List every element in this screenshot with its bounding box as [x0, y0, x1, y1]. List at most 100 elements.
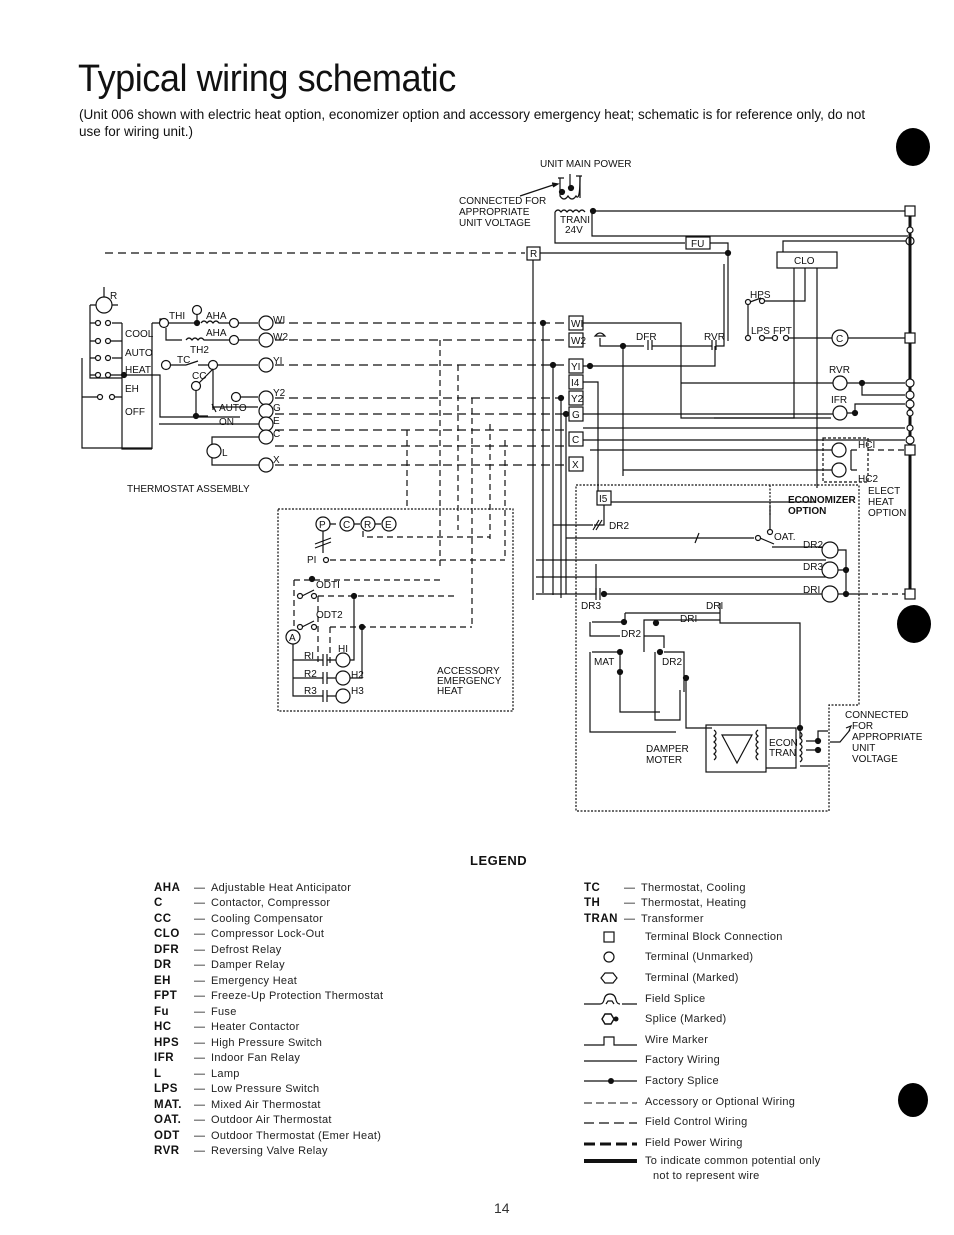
legend-def: Transformer	[641, 912, 704, 925]
transformer-tran1	[554, 205, 916, 244]
terminal-r-label: R	[530, 249, 537, 260]
terminal-x: X	[273, 455, 280, 466]
legend-def: Freeze-Up Protection Thermostat	[211, 990, 384, 1003]
r1-label: RI	[304, 651, 314, 662]
aha2-label: AHA	[206, 328, 227, 339]
legend-abbr: CLO	[154, 928, 180, 941]
connected-note-line1: CONNECTED FOR	[459, 196, 546, 207]
legend-def: Adjustable Heat Anticipator	[211, 881, 352, 894]
terminal-g-label: G	[572, 410, 580, 421]
legend-row: DFR — Defrost Relay	[154, 942, 383, 958]
legend-dash: —	[194, 881, 205, 894]
dr2-contact2-label: DR2	[621, 629, 641, 640]
on-fan-label: ON	[219, 417, 234, 428]
r-wire	[532, 252, 729, 600]
rvr-coil-label: RVR	[829, 365, 850, 376]
econ-connected-line5: VOLTAGE	[852, 754, 898, 765]
legend-dash: —	[194, 928, 205, 941]
unit-main-power-label: UNIT MAIN POWER	[540, 159, 631, 170]
elect-heat-line3: OPTION	[868, 508, 906, 519]
legend-symbol-row: Factory Splice	[584, 1071, 821, 1092]
eh-p1-label: PI	[307, 555, 316, 566]
wiring-schematic: UNIT MAIN POWER CONNECTED FOR APPROPRIAT…	[81, 159, 923, 812]
rvr-wires	[681, 382, 905, 396]
legend-dash: —	[624, 912, 635, 925]
legend-def: High Pressure Switch	[211, 1036, 323, 1049]
legend-row: FPT — Freeze-Up Protection Thermostat	[154, 989, 383, 1005]
thermostat-internals	[152, 304, 258, 420]
terminal-block-icon	[904, 332, 916, 344]
econ-connected-line3: APPROPRIATE	[852, 732, 923, 743]
damper-motor	[705, 724, 828, 773]
legend-dash: —	[194, 897, 205, 910]
damper-motor-line2: MOTER	[646, 755, 682, 766]
lamp-label: L	[222, 448, 228, 459]
dfr-label: DFR	[636, 332, 657, 343]
odt2-label: ODT2	[316, 610, 343, 621]
th1-label: THI	[169, 311, 185, 322]
legend-def: Cooling Compensator	[211, 912, 324, 925]
eh-a-label: A	[289, 633, 296, 644]
clo-wire	[782, 240, 908, 252]
econ-tran-line2: TRAN	[769, 748, 796, 759]
legend-abbr: LPS	[154, 1083, 178, 1096]
legend-def: Thermostat, Heating	[641, 897, 747, 910]
legend-row: LPS — Low Pressure Switch	[154, 1082, 383, 1098]
h3-label: H3	[351, 686, 364, 697]
eh-p-label: P	[319, 520, 326, 531]
rvr-contact-label: RVR	[704, 332, 725, 343]
legend-abbr: RVR	[154, 1145, 180, 1158]
terminal-g: G	[273, 403, 281, 414]
terminal-block-icon	[584, 930, 645, 944]
legend-dash: —	[194, 943, 205, 956]
dr2-contact3-label: DR2	[662, 657, 682, 668]
legend-def: Emergency Heat	[211, 974, 298, 987]
legend-abbr: TC	[584, 881, 601, 894]
switch-auto: AUTO	[125, 348, 153, 359]
factory-splice-icon	[724, 249, 732, 257]
switch-eh: EH	[125, 384, 139, 395]
legend-def: Lamp	[211, 1067, 240, 1080]
oat-label: OAT.	[774, 532, 795, 543]
terminal-w2-label: W2	[571, 336, 586, 347]
econ-connected-line4: UNIT	[852, 743, 875, 754]
field-control-wiring-icon	[584, 1115, 645, 1129]
legend-row: C — Contactor, Compressor	[154, 896, 383, 912]
econ-connected-line1: CONNECTED	[845, 710, 908, 721]
legend-row: CLO — Compressor Lock-Out	[154, 927, 383, 943]
legend-abbr: IFR	[154, 1052, 175, 1065]
hc1-coil	[831, 442, 847, 458]
legend-symbol-label: Terminal (Marked)	[645, 971, 739, 984]
economizer-title-line2: OPTION	[788, 506, 826, 517]
legend-abbreviations-right: TC — Thermostat, Cooling TH — Thermostat, He…	[584, 880, 821, 1183]
terminal-marked-icon	[584, 971, 645, 985]
legend-row: EH — Emergency Heat	[154, 973, 383, 989]
legend-def: Outdoor Air Thermostat	[211, 1114, 332, 1127]
legend-dash: —	[624, 897, 635, 910]
legend-dash: —	[194, 1052, 205, 1065]
legend-abbr: DR	[154, 959, 172, 972]
legend-symbol-label: Terminal (Unmarked)	[645, 951, 754, 964]
terminal-c: C	[273, 429, 280, 440]
dr3-contact-label: DR3	[581, 601, 601, 612]
terminal-block-icon	[904, 588, 916, 600]
econ-connected-arrow	[830, 724, 853, 743]
dr1-contact2-label: DRI	[680, 614, 697, 625]
legend-abbr: Fu	[154, 1005, 170, 1018]
dr1-coil-label: DRI	[803, 585, 820, 596]
h2-label: H2	[351, 670, 364, 681]
legend-symbol-row: Terminal (Marked)	[584, 968, 821, 989]
legend-row: HC — Heater Contactor	[154, 1020, 383, 1036]
connected-note-line3: UNIT VOLTAGE	[459, 218, 531, 229]
legend-row: HPS — High Pressure Switch	[154, 1035, 383, 1051]
switch-cool: COOL	[125, 329, 154, 340]
wire-marker-icon	[584, 1033, 645, 1047]
legend-def: Heater Contactor	[211, 1021, 300, 1034]
ifr-coil	[832, 405, 848, 421]
legend-symbol-row: Splice (Marked)	[584, 1009, 821, 1030]
legend-symbol-label-cont: not to represent wire	[653, 1170, 760, 1183]
hc1-label: HCI	[858, 440, 875, 451]
page-number: 14	[494, 1200, 510, 1216]
legend-row: IFR — Indoor Fan Relay	[154, 1051, 383, 1067]
punch-hole-icon	[898, 1083, 928, 1117]
